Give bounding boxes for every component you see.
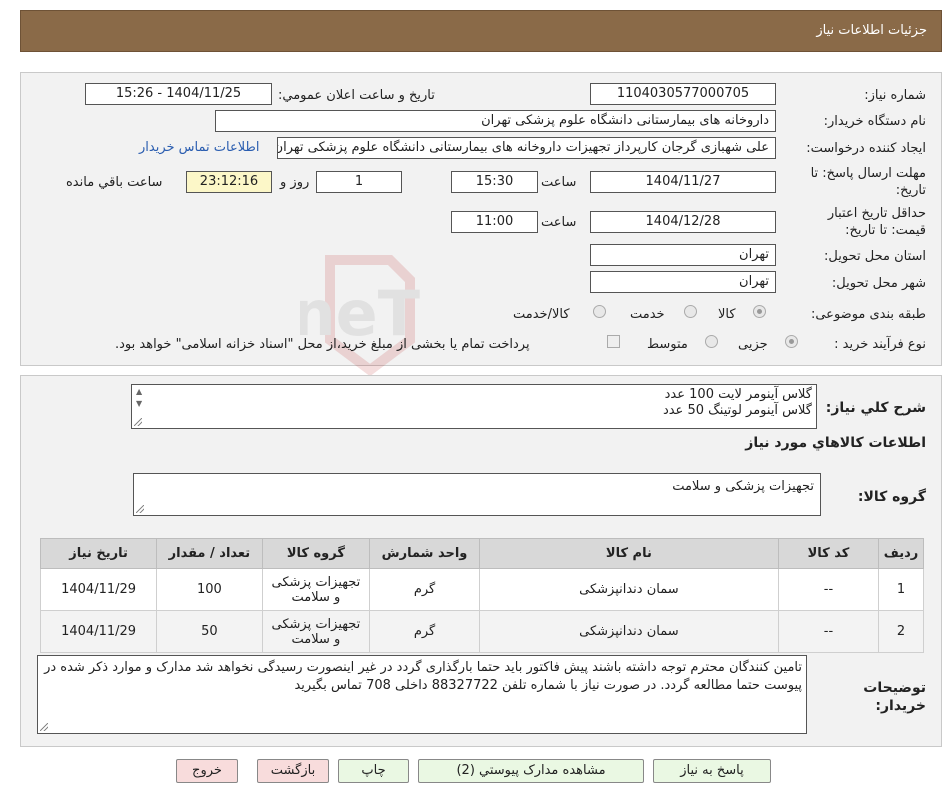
resize-grip-icon[interactable]: [134, 418, 142, 426]
process-option-medium: متوسط: [647, 337, 688, 352]
col-header-name: نام کالا: [478, 538, 779, 569]
print-button[interactable]: چاپ: [338, 759, 409, 783]
process-option-minor: جزیی: [738, 337, 768, 352]
cell-row-no: 2: [878, 610, 924, 653]
col-header-row-no: ردیف: [878, 538, 924, 569]
category-radio-goods[interactable]: [753, 305, 766, 318]
category-label: طبقه بندی موضوعی:: [810, 307, 926, 322]
table-row: 1 -- سمان دندانپزشکی گرم تجهیزات پزشکی و…: [39, 568, 924, 611]
back-button[interactable]: بازگشت: [257, 759, 329, 783]
resize-grip-icon[interactable]: [40, 723, 48, 731]
process-radio-minor[interactable]: [785, 335, 798, 348]
need-number-field: 1104030577000705: [590, 83, 776, 105]
buyer-org-label: نام دستگاه خریدار:: [823, 114, 926, 129]
validity-label-2: قیمت: تا تاریخ:: [845, 223, 926, 238]
deadline-date-field: 1404/11/27: [590, 171, 776, 193]
announce-date-label: تاریخ و ساعت اعلان عمومي:: [278, 88, 435, 103]
col-header-unit: واحد شمارش: [369, 538, 480, 569]
buyer-contact-link[interactable]: اطلاعات تماس خریدار: [139, 140, 259, 155]
category-radio-service[interactable]: [684, 305, 697, 318]
scroll-up-icon[interactable]: ▲: [136, 387, 142, 396]
deadline-label-2: تاریخ:: [895, 183, 926, 198]
need-number-label: شماره نیاز:: [864, 88, 926, 103]
col-header-qty: تعداد / مقدار: [156, 538, 263, 569]
table-header-row: ردیف کد کالا نام کالا واحد شمارش گروه کا…: [39, 538, 924, 569]
province-field: تهران: [590, 244, 776, 266]
summary-textarea[interactable]: گلاس آینومر لایت 100 عدد گلاس آینومر لوت…: [131, 384, 817, 429]
days-remaining-field: 1: [316, 171, 402, 193]
validity-label: حداقل تاریخ اعتبار: [827, 206, 926, 221]
deadline-time-field: 15:30: [451, 171, 538, 193]
remaining-time-label: ساعت باقي مانده: [66, 175, 163, 190]
resize-grip-icon[interactable]: [136, 505, 144, 513]
cell-qty: 50: [156, 610, 263, 653]
summary-label: شرح کلي نیاز:: [825, 400, 926, 416]
deadline-time-label: ساعت: [541, 175, 577, 190]
goods-table: ردیف کد کالا نام کالا واحد شمارش گروه کا…: [39, 538, 924, 653]
remaining-time-field: 23:12:16: [186, 171, 272, 193]
summary-line: گلاس آینومر لایت 100 عدد: [664, 387, 812, 402]
category-option-goods-service: کالا/خدمت: [513, 307, 570, 322]
page-title: جزئیات اطلاعات نیاز: [816, 23, 927, 38]
deadline-label: مهلت ارسال پاسخ: تا: [810, 166, 926, 181]
process-radio-medium[interactable]: [705, 335, 718, 348]
cell-name: سمان دندانپزشکی: [478, 610, 779, 653]
validity-time-field: 11:00: [451, 211, 538, 233]
treasury-checkbox[interactable]: [607, 335, 620, 348]
process-label: نوع فرآیند خرید :: [834, 337, 926, 352]
page-header: جزئیات اطلاعات نیاز: [20, 10, 942, 52]
table-row: 2 -- سمان دندانپزشکی گرم تجهیزات پزشکی و…: [39, 610, 924, 653]
cell-group: تجهیزات پزشکی و سلامت: [261, 568, 371, 611]
cell-row-no: 1: [878, 568, 924, 611]
buyer-notes-label: توضیحات: [863, 680, 926, 696]
city-field: تهران: [590, 271, 776, 293]
category-radio-goods-service[interactable]: [593, 305, 606, 318]
summary-line: گلاس آینومر لوتینگ 50 عدد: [662, 403, 812, 418]
goods-group-value: تجهیزات پزشکی و سلامت: [672, 479, 814, 494]
cell-name: سمان دندانپزشکی: [478, 568, 779, 611]
treasury-note: پرداخت تمام یا بخشی از مبلغ خرید،از محل …: [115, 337, 530, 352]
reply-button[interactable]: پاسخ به نیاز: [653, 759, 771, 783]
cell-code: --: [777, 568, 880, 611]
cell-unit: گرم: [369, 568, 480, 611]
view-attachments-button[interactable]: مشاهده مدارک پیوستي (2): [418, 759, 644, 783]
province-label: استان محل تحویل:: [824, 249, 926, 264]
cell-unit: گرم: [369, 610, 480, 653]
creator-label: ایجاد کننده درخواست:: [806, 141, 926, 156]
cell-code: --: [777, 610, 880, 653]
buyer-notes-textarea[interactable]: تامین کنندگان محترم توجه داشته باشند پیش…: [37, 655, 807, 734]
days-label: روز و: [280, 175, 310, 190]
buyer-notes-text: تامین کنندگان محترم توجه داشته باشند پیش…: [44, 660, 802, 693]
buyer-org-field: داروخانه های بیمارستانی دانشگاه علوم پزش…: [215, 110, 776, 132]
scroll-down-icon[interactable]: ▼: [136, 399, 142, 408]
validity-date-field: 1404/12/28: [590, 211, 776, 233]
category-option-goods: کالا: [718, 307, 736, 322]
city-label: شهر محل تحویل:: [831, 276, 926, 291]
goods-group-label: گروه کالا:: [857, 489, 926, 505]
validity-time-label: ساعت: [541, 215, 577, 230]
col-header-code: کد کالا: [777, 538, 880, 569]
buyer-notes-label-2: خریدار:: [875, 698, 926, 714]
creator-field: علی شهبازی گرجان کارپرداز تجهیزات داروخا…: [277, 137, 776, 159]
cell-date: 1404/11/29: [39, 610, 158, 653]
goods-info-title: اطلاعات کالاهاي مورد نیاز: [745, 435, 926, 451]
cell-date: 1404/11/29: [39, 568, 158, 611]
col-header-date: تاریخ نیاز: [39, 538, 158, 569]
exit-button[interactable]: خروج: [176, 759, 238, 783]
goods-group-textarea[interactable]: تجهیزات پزشکی و سلامت: [133, 473, 821, 516]
cell-group: تجهیزات پزشکی و سلامت: [261, 610, 371, 653]
cell-qty: 100: [156, 568, 263, 611]
col-header-group: گروه کالا: [261, 538, 371, 569]
category-option-service: خدمت: [630, 307, 665, 322]
announce-date-field: 1404/11/25 - 15:26: [85, 83, 272, 105]
